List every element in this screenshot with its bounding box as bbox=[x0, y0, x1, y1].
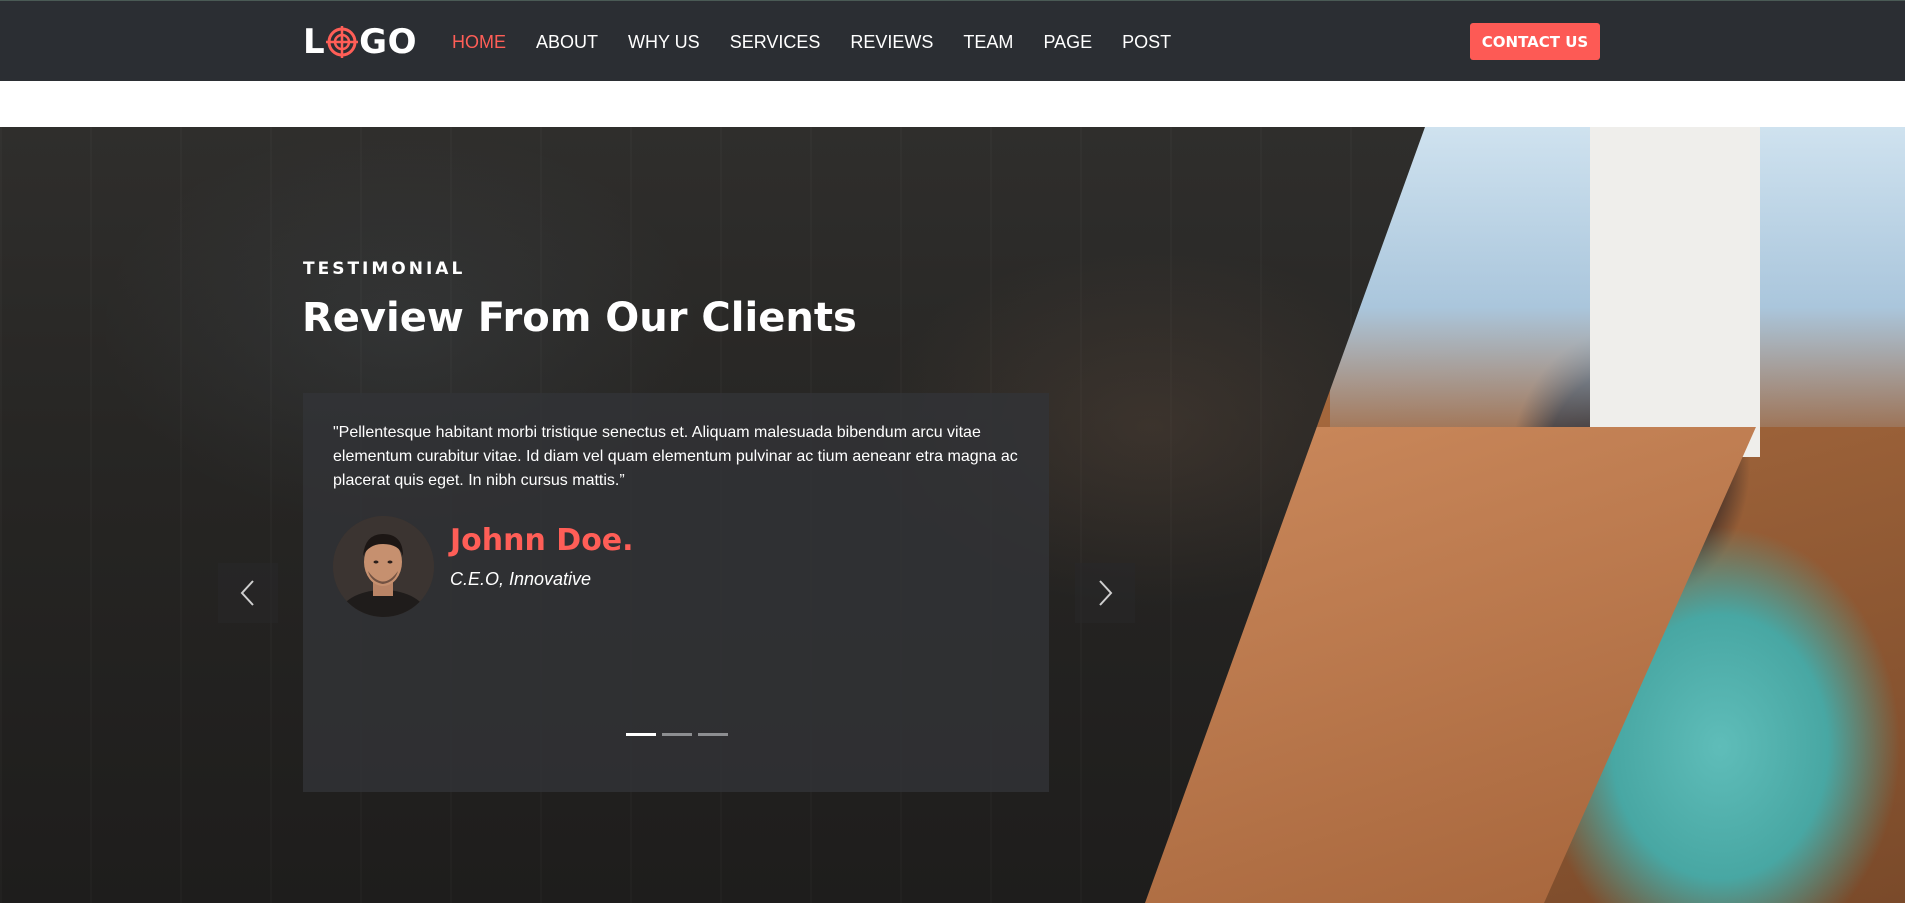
section-title: Review From Our Clients bbox=[302, 295, 857, 341]
logo-target-icon bbox=[326, 26, 359, 58]
client-name: Johnn Doe. bbox=[450, 523, 634, 558]
main-nav: HOME ABOUT WHY US SERVICES REVIEWS TEAM … bbox=[452, 29, 1201, 55]
slider-dot-1[interactable] bbox=[626, 733, 656, 736]
nav-item-page[interactable]: PAGE bbox=[1043, 29, 1092, 55]
chevron-right-icon bbox=[1099, 580, 1113, 606]
slider-dot-2[interactable] bbox=[662, 733, 692, 736]
testimonial-card: "Pellentesque habitant morbi tristique s… bbox=[303, 393, 1049, 792]
slider-next-button[interactable] bbox=[1075, 563, 1135, 623]
nav-item-services[interactable]: SERVICES bbox=[730, 29, 821, 55]
chevron-left-icon bbox=[240, 580, 254, 606]
slider-dot-3[interactable] bbox=[698, 733, 728, 736]
testimonial-section: TESTIMONIAL Review From Our Clients "Pel… bbox=[0, 127, 1905, 903]
slider-prev-button[interactable] bbox=[218, 563, 278, 623]
client-avatar bbox=[333, 516, 434, 617]
slider-pagination bbox=[626, 733, 728, 736]
nav-item-post[interactable]: POST bbox=[1122, 29, 1171, 55]
site-header: L GO HOME ABOUT WHY US SERVICES REVIEWS … bbox=[0, 0, 1905, 81]
section-eyebrow: TESTIMONIAL bbox=[303, 259, 466, 279]
contact-us-button[interactable]: CONTACT US bbox=[1470, 23, 1600, 60]
logo[interactable]: L GO bbox=[303, 22, 417, 62]
nav-item-about[interactable]: ABOUT bbox=[536, 29, 598, 55]
logo-text-right: GO bbox=[359, 22, 417, 62]
nav-item-reviews[interactable]: REVIEWS bbox=[850, 29, 933, 55]
nav-item-team[interactable]: TEAM bbox=[963, 29, 1013, 55]
nav-item-home[interactable]: HOME bbox=[452, 29, 506, 55]
logo-text-left: L bbox=[303, 22, 326, 62]
nav-item-why-us[interactable]: WHY US bbox=[628, 29, 700, 55]
client-role: C.E.O, Innovative bbox=[450, 569, 592, 589]
testimonial-quote: "Pellentesque habitant morbi tristique s… bbox=[333, 424, 1018, 489]
